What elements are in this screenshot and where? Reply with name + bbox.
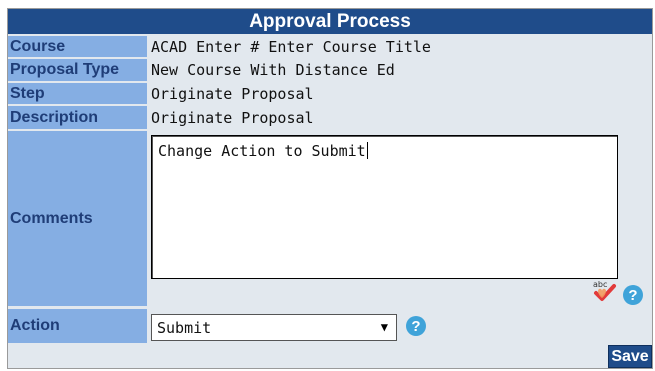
comments-text: Change Action to Submit [158,142,366,160]
course-value: ACAD Enter # Enter Course Title [149,36,652,57]
text-caret [366,142,368,159]
comments-textarea[interactable]: Change Action to Submit [151,135,618,279]
spellcheck-icon[interactable]: abc [592,279,620,303]
description-label: Description [8,106,147,129]
chevron-down-icon: ▼ [380,320,388,334]
panel-title: Approval Process [8,9,652,34]
action-label: Action [8,309,147,343]
step-value: Originate Proposal [149,83,652,104]
comments-label: Comments [8,131,147,306]
action-selected-value: Submit [157,318,212,337]
proposal-type-value: New Course With Distance Ed [149,59,652,81]
proposal-type-label: Proposal Type [8,59,147,81]
description-value: Originate Proposal [149,106,652,129]
action-select[interactable]: Submit ▼ [151,314,397,341]
approval-process-panel: Approval Process Course ACAD Enter # Ent… [7,8,653,369]
comments-help-icon[interactable]: ? [623,285,643,305]
save-button[interactable]: Save [608,345,652,368]
course-label: Course [8,36,147,57]
action-help-icon[interactable]: ? [406,316,426,336]
step-label: Step [8,83,147,104]
svg-text:abc: abc [593,280,607,289]
